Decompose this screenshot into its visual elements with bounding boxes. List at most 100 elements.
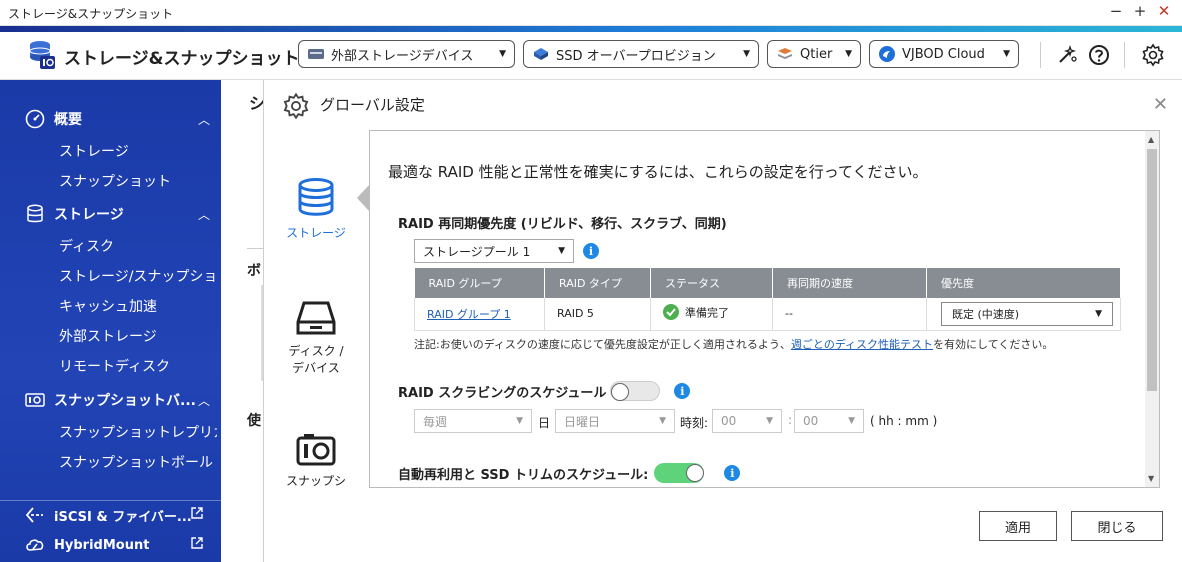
note-suffix: を有効にしてください。 xyxy=(933,338,1053,351)
sidebar-item-storage-overview[interactable]: ストレージ xyxy=(59,141,217,161)
category-snapshot[interactable]: スナップシ xyxy=(284,432,348,489)
info-icon[interactable]: i xyxy=(724,465,740,481)
scrub-minute-value: 00 xyxy=(803,414,818,428)
raid-type-cell: RAID 5 xyxy=(545,298,651,330)
sidebar-item-snapshot-replica[interactable]: スナップショットレプリカ xyxy=(59,422,217,442)
close-icon[interactable]: ✕ xyxy=(1153,94,1168,115)
diagnostic-wand-icon[interactable] xyxy=(1054,42,1080,68)
scroll-up-icon[interactable]: ▲ xyxy=(1148,135,1154,144)
help-icon[interactable] xyxy=(1086,42,1112,68)
sidebar-item-snapshot-overview[interactable]: スナップショット xyxy=(59,171,217,191)
sidebar-link-hybridmount[interactable]: HybridMount xyxy=(24,534,214,556)
category-storage[interactable]: ストレージ xyxy=(284,178,348,241)
storage-pool-value: ストレージプール 1 xyxy=(423,243,530,260)
sidebar-item-cache[interactable]: キャッシュ加速 xyxy=(59,296,217,316)
priority-cell: 既定 (中速度) ▼ xyxy=(927,298,1121,330)
time-label: 時刻: xyxy=(680,414,708,431)
qtier-label: Qtier xyxy=(800,47,832,62)
scrollbar-thumb[interactable] xyxy=(1147,149,1157,391)
database-icon xyxy=(284,178,348,218)
apply-button[interactable]: 適用 xyxy=(979,511,1057,541)
global-settings-dialog: グローバル設定 ✕ ストレージ ディスク / デバイス スナップシ ▲ ▼ 最適… xyxy=(263,80,1182,562)
scrub-hour-value: 00 xyxy=(721,414,736,428)
scrub-frequency-value: 毎週 xyxy=(423,413,447,430)
scrub-hour-select[interactable]: 00 ▼ xyxy=(712,409,782,433)
sidebar-label: HybridMount xyxy=(54,538,149,553)
disk-drive-icon xyxy=(284,300,348,336)
minimize-icon[interactable]: − xyxy=(1106,2,1126,20)
external-link-icon xyxy=(190,506,204,524)
settings-gear-icon[interactable] xyxy=(1140,42,1166,68)
dialog-title: グローバル設定 xyxy=(320,94,425,115)
sidebar: 概要 ︿ ストレージ スナップショット ストレージ ︿ ディスク ストレージ/ス… xyxy=(0,80,221,562)
trim-schedule-heading: 自動再利用と SSD トリムのスケジュール: xyxy=(398,464,648,483)
info-icon[interactable]: i xyxy=(583,243,599,259)
chevron-up-icon: ︿ xyxy=(198,392,210,409)
maximize-icon[interactable]: + xyxy=(1130,2,1150,20)
sidebar-item-remote-disk[interactable]: リモートディスク xyxy=(59,356,217,376)
raid-group-link[interactable]: RAID グループ 1 xyxy=(427,308,511,321)
sidebar-item-external[interactable]: 外部ストレージ xyxy=(59,326,217,346)
snapshot-camera-icon xyxy=(24,389,46,411)
sidebar-section-storage[interactable]: ストレージ ︿ xyxy=(24,203,214,225)
chevron-down-icon: ▼ xyxy=(766,416,773,426)
settings-gear-icon xyxy=(282,92,310,124)
scrub-schedule-row: RAID スクラビングのスケジュール i xyxy=(398,381,690,401)
chevron-up-icon: ︿ xyxy=(198,206,210,223)
sidebar-item-storage-snapshot[interactable]: ストレージ/スナップショ... xyxy=(59,266,217,286)
sidebar-link-iscsi[interactable]: iSCSI & ファイバー... xyxy=(24,504,214,526)
qtier-dropdown[interactable]: Qtier ▼ xyxy=(767,40,861,68)
database-icon xyxy=(24,203,46,225)
vjbod-cloud-dropdown[interactable]: VJBOD Cloud ▼ xyxy=(869,40,1019,68)
resync-speed-cell: -- xyxy=(773,298,927,330)
status-cell: 準備完了 xyxy=(651,298,773,330)
sidebar-item-disk[interactable]: ディスク xyxy=(59,236,217,256)
column-header: RAID タイプ xyxy=(545,268,651,298)
sidebar-section-overview[interactable]: 概要 ︿ xyxy=(24,108,214,130)
chevron-down-icon: ▼ xyxy=(491,49,506,59)
table-row: RAID グループ 1 RAID 5 準備完了 -- 既定 (中速度) ▼ xyxy=(415,298,1121,330)
vjbod-cloud-icon xyxy=(878,45,896,63)
sidebar-section-snapshot-backup[interactable]: スナップショットバ... ︿ xyxy=(24,389,214,411)
settings-description: 最適な RAID 性能と正常性を確実にするには、これらの設定を行ってください。 xyxy=(388,161,928,182)
scrollbar[interactable]: ▲ ▼ xyxy=(1145,131,1159,487)
trim-schedule-toggle[interactable] xyxy=(654,463,704,483)
external-storage-dropdown[interactable]: 外部ストレージデバイス ▼ xyxy=(298,40,515,68)
disk-performance-test-link[interactable]: 週ごとのディスク性能テスト xyxy=(791,338,933,351)
settings-content-panel: ▲ ▼ 最適な RAID 性能と正常性を確実にするには、これらの設定を行ってくだ… xyxy=(369,130,1160,488)
sidebar-divider xyxy=(0,500,221,501)
close-window-icon[interactable]: ✕ xyxy=(1154,2,1174,20)
ssd-overprovision-dropdown[interactable]: SSD オーバープロビジョン ▼ xyxy=(523,40,759,68)
background-heading: 使 xyxy=(247,410,261,430)
category-label: ストレージ xyxy=(286,226,346,240)
category-disk-device[interactable]: ディスク / デバイス xyxy=(284,300,348,376)
raid-group-table: RAID グループ RAID タイプ ステータス 再同期の速度 優先度 RAID… xyxy=(414,268,1121,331)
qtier-icon xyxy=(776,46,794,62)
scrub-schedule-toggle[interactable] xyxy=(610,381,660,401)
vjbod-cloud-label: VJBOD Cloud xyxy=(902,47,985,62)
sidebar-label: iSCSI & ファイバー... xyxy=(54,506,192,525)
sidebar-item-snapshot-vault[interactable]: スナップショットボールト xyxy=(59,452,217,472)
external-drive-icon xyxy=(307,47,325,61)
external-storage-label: 外部ストレージデバイス xyxy=(331,45,473,64)
check-circle-icon xyxy=(663,304,679,323)
storage-pool-select[interactable]: ストレージプール 1 ▼ xyxy=(414,239,574,263)
scrub-day-select[interactable]: 日曜日▼ xyxy=(555,409,675,433)
sidebar-label: 概要 xyxy=(54,109,82,129)
note-prefix: 注記:お使いのディスクの速度に応じて優先度設定が正しく適用されるよう、 xyxy=(414,338,791,351)
toggle-knob xyxy=(686,464,704,482)
priority-select[interactable]: 既定 (中速度) ▼ xyxy=(941,302,1113,326)
close-button[interactable]: 閉じる xyxy=(1071,511,1163,541)
window-title: ストレージ&スナップショット xyxy=(8,5,173,22)
scrub-minute-select[interactable]: 00▼ xyxy=(794,409,864,433)
scrub-frequency-select[interactable]: 毎週▼ xyxy=(414,409,532,433)
status-text: 準備完了 xyxy=(685,307,729,320)
sidebar-label: ストレージ xyxy=(54,204,124,224)
time-format-hint: ( hh : mm ) xyxy=(870,414,937,428)
info-icon[interactable]: i xyxy=(674,383,690,399)
iscsi-icon xyxy=(24,504,46,526)
toolbar-divider xyxy=(1124,42,1125,68)
category-label: ディスク / デバイス xyxy=(288,344,343,375)
scroll-down-icon[interactable]: ▼ xyxy=(1148,474,1154,483)
hybridmount-icon xyxy=(24,534,46,556)
